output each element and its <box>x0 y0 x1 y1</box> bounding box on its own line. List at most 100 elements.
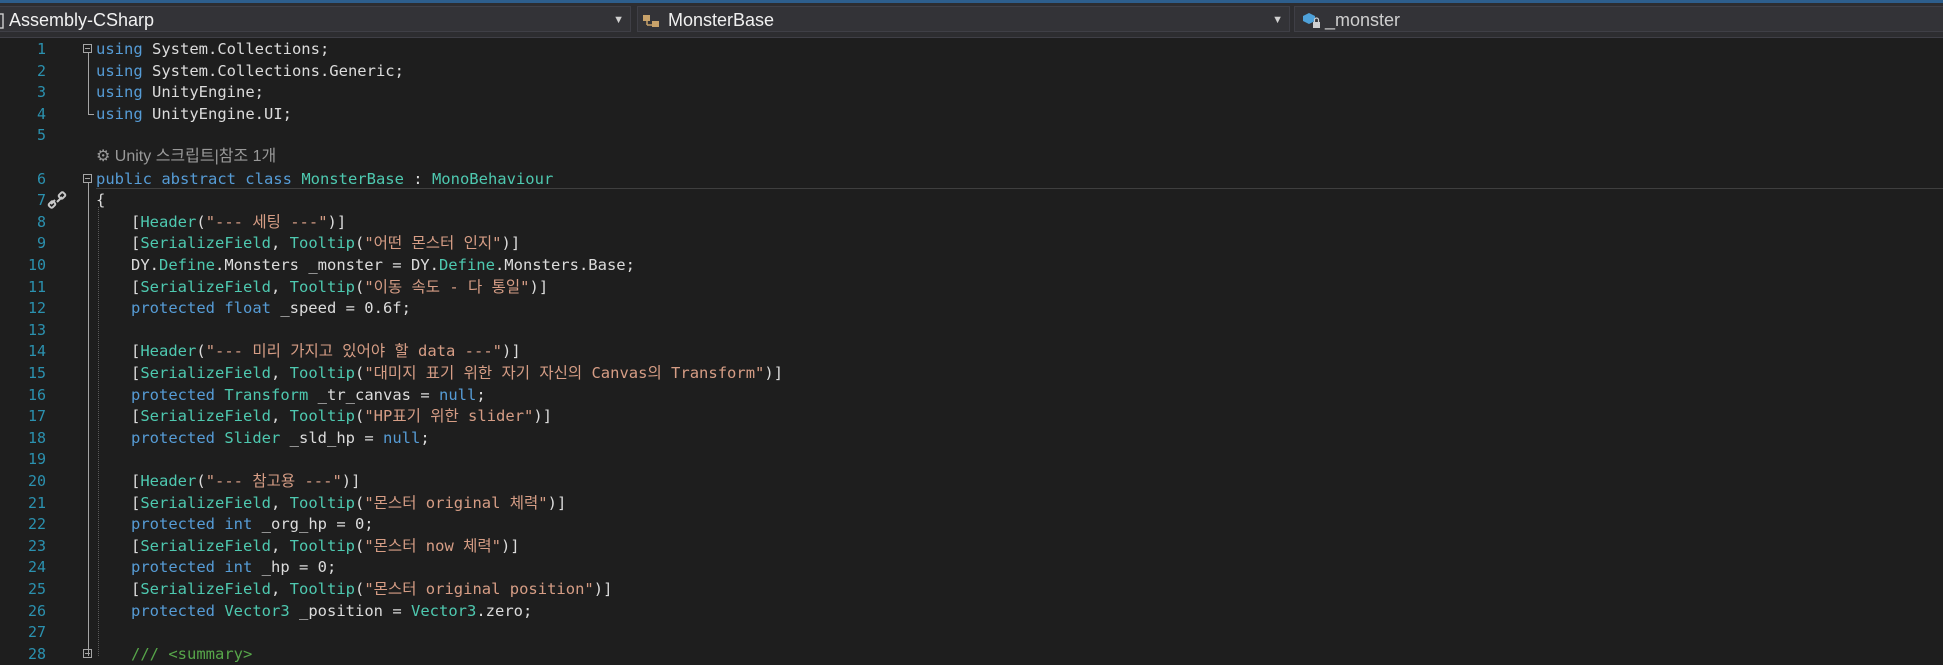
code-text: protected Vector3 _position = Vector3.ze… <box>131 600 532 622</box>
code-token: Vector3 <box>411 601 477 620</box>
chevron-down-icon: ▼ <box>613 14 624 26</box>
code-line: 25 [SerializeField, Tooltip("몬스터 original… <box>0 578 1943 600</box>
member-dropdown[interactable]: _monster <box>1294 6 1943 32</box>
code-token: protected <box>131 428 215 447</box>
code-token: protected int <box>131 515 253 534</box>
code-line: 16 protected Transform _tr_canvas = null; <box>0 384 1943 406</box>
code-text: [SerializeField, Tooltip("어떤 몬스터 인지")] <box>131 232 520 254</box>
code-text: protected Slider _sld_hp = null; <box>131 427 430 449</box>
codelens-hint[interactable]: ⚙ Unity 스크립트|참조 1개 <box>0 146 1943 168</box>
code-token: [ <box>131 472 141 490</box>
line-number: 22 <box>27 515 46 534</box>
code-token: )] <box>500 536 520 555</box>
codelens-text: ⚙ Unity 스크립트|참조 1개 <box>96 148 277 165</box>
code-token: "대미지 표기 위한 자기 자신의 Canvas의 Transform" <box>364 364 765 382</box>
code-token: Header <box>140 342 197 361</box>
code-token: Tooltip <box>289 234 355 253</box>
code-text: protected Transform _tr_canvas = null; <box>131 384 486 406</box>
code-token: protected <box>131 385 215 404</box>
code-token: , <box>271 364 290 382</box>
code-token: System.Collections.Generic; <box>142 61 404 80</box>
code-editor[interactable]: ⚙ Unity 스크립트|참조 1개 1 using System.Collecti… <box>0 38 1943 663</box>
code-token: Vector3 <box>224 601 290 620</box>
code-token: protected float <box>131 299 271 318</box>
code-token: .zero; <box>476 601 533 620</box>
line-number: 14 <box>27 342 46 361</box>
code-token: Tooltip <box>289 536 355 555</box>
project-label: Assembly-CSharp <box>9 10 155 30</box>
code-token: , <box>271 277 290 296</box>
line-number: 24 <box>27 558 46 577</box>
line-number: 12 <box>27 299 46 318</box>
code-text: /// <summary> <box>131 643 252 665</box>
fold-toggle-icon[interactable] <box>83 173 92 183</box>
code-token: ; <box>420 428 430 447</box>
code-line: 17 [SerializeField, Tooltip("HP표기 위한 slid… <box>0 405 1943 427</box>
project-dropdown[interactable]: Assembly-CSharp ▼ <box>0 6 631 32</box>
code-token: [ <box>131 536 141 555</box>
code-token: SerializeField <box>140 493 271 512</box>
code-line: 10 DY.Define.Monsters _monster = DY.Defin… <box>0 254 1943 276</box>
code-line: 22 protected int _org_hp = 0; <box>0 513 1943 535</box>
code-token: "몬스터 now 체력" <box>364 536 501 555</box>
code-token: Define <box>159 256 215 274</box>
line-number: 13 <box>27 320 46 339</box>
code-line: 26 protected Vector3 _position = Vector3.… <box>0 600 1943 622</box>
code-text: using UnityEngine.UI; <box>96 103 292 125</box>
code-token: "어떤 몬스터 인지" <box>364 234 502 253</box>
code-token: "HP표기 위한 slider" <box>364 407 534 426</box>
code-line: 19 <box>0 448 1943 470</box>
code-line: 1 using System.Collections; <box>0 38 1943 60</box>
code-token: [ <box>131 364 141 382</box>
code-token: protected <box>131 601 215 620</box>
code-token: "--- 세팅 ---" <box>205 212 328 231</box>
code-token: UnityEngine.UI; <box>142 104 292 123</box>
code-token: MonsterBase <box>301 169 404 188</box>
code-token: )] <box>501 234 521 253</box>
line-number: 15 <box>27 364 46 382</box>
fold-toggle-icon[interactable] <box>83 44 92 53</box>
line-number: 26 <box>27 601 46 620</box>
code-token: Tooltip <box>289 407 355 426</box>
line-number: 21 <box>27 493 46 512</box>
line-number: 10 <box>27 256 46 274</box>
link-icon[interactable] <box>47 190 67 214</box>
code-token: Slider <box>224 428 281 447</box>
line-number: 27 <box>27 623 46 642</box>
code-line: 21 [SerializeField, Tooltip("몬스터 original… <box>0 492 1943 514</box>
code-token: Header <box>140 212 197 231</box>
code-token: using <box>96 83 143 102</box>
code-text: protected int _hp = 0; <box>131 556 336 578</box>
code-token: [ <box>131 212 141 231</box>
code-token: protected int <box>131 558 253 577</box>
code-token: Tooltip <box>289 580 355 598</box>
code-token: )] <box>593 580 613 598</box>
code-token: [ <box>131 580 141 598</box>
code-line: 9 [SerializeField, Tooltip("어떤 몬스터 인지")] <box>0 232 1943 254</box>
code-token: _hp = 0; <box>252 558 337 577</box>
code-line: 5 <box>0 124 1943 146</box>
current-line-border <box>96 188 1943 190</box>
code-text: using System.Collections.Generic; <box>96 60 404 82</box>
code-token: , <box>271 493 290 512</box>
code-token: [ <box>131 493 141 512</box>
code-token: )] <box>533 407 553 426</box>
code-token: , <box>271 407 290 426</box>
line-number: 3 <box>36 83 46 102</box>
code-text: [SerializeField, Tooltip("몬스터 original p… <box>131 578 612 600</box>
code-token: ( <box>196 212 206 231</box>
code-text: [Header("--- 미리 가지고 있어야 할 data ---")] <box>131 340 521 362</box>
code-line: 13 <box>0 319 1943 341</box>
code-token: [ <box>131 407 141 426</box>
code-token: DY. <box>131 256 159 274</box>
code-token: UnityEngine; <box>142 83 264 102</box>
code-token: : <box>403 169 432 188</box>
code-token: using <box>96 104 143 123</box>
code-line: 11 [SerializeField, Tooltip("이동 속도 - 다 통일… <box>0 276 1943 298</box>
class-dropdown[interactable]: MonsterBase ▼ <box>637 6 1290 32</box>
code-token: "--- 미리 가지고 있어야 할 data ---" <box>205 342 503 361</box>
code-text: protected float _speed = 0.6f; <box>131 297 411 319</box>
code-token: ; <box>476 385 486 404</box>
line-number: 11 <box>27 277 46 296</box>
